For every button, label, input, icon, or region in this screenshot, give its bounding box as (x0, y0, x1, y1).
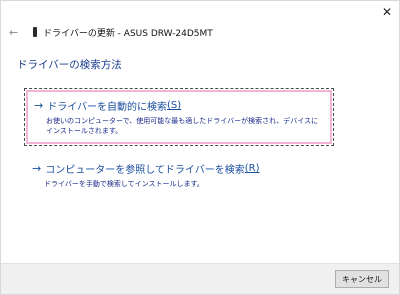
access-key: (S) (167, 100, 182, 111)
search-automatically-option[interactable]: → ドライバーを自動的に検索 (S) お使いのコンピューターで、使用可能な最も適し… (24, 88, 334, 146)
driver-update-window: ✕ ← ドライバーの更新 - ASUS DRW-24D5MT ドライバーの検索方… (0, 0, 400, 295)
browse-computer-option[interactable]: → コンピューターを参照してドライバーを検索 (R) ドライバーを手動で検索してイ… (26, 157, 332, 193)
page-heading: ドライバーの検索方法 (17, 59, 122, 71)
drive-icon (33, 27, 37, 37)
option-description: ドライバーを手動で検索してインストールします。 (44, 180, 204, 188)
option-title: ドライバーを自動的に検索 (47, 102, 168, 113)
option-title-row: → ドライバーを自動的に検索 (S) (34, 98, 324, 113)
dialog-footer: キャンセル (1, 263, 399, 294)
cancel-button[interactable]: キャンセル (335, 270, 389, 288)
option-title-row: → コンピューターを参照してドライバーを検索 (R) (32, 161, 326, 176)
title-bar: ← ドライバーの更新 - ASUS DRW-24D5MT (9, 23, 213, 41)
close-button[interactable]: ✕ (375, 1, 399, 23)
option-description: お使いのコンピューターで、使用可能な最も適したドライバーが検索され、デバイスにイ… (46, 117, 319, 135)
close-icon: ✕ (381, 5, 393, 19)
arrow-right-icon: → (34, 99, 44, 112)
arrow-right-icon: → (32, 162, 42, 175)
back-arrow-icon[interactable]: ← (9, 26, 23, 39)
access-key: (R) (244, 163, 260, 174)
window-title: ドライバーの更新 - ASUS DRW-24D5MT (43, 28, 213, 39)
option-title: コンピューターを参照してドライバーを検索 (45, 165, 245, 176)
